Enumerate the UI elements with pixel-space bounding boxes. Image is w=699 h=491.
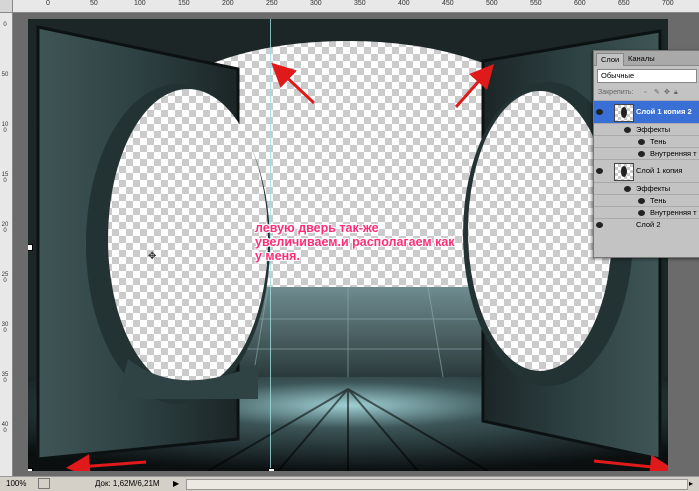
- doc-icon[interactable]: [38, 478, 50, 489]
- brush-icon[interactable]: ✎: [654, 86, 660, 100]
- ruler-tick-label: 0: [46, 0, 50, 7]
- ruler-tick-label: 100: [1, 122, 9, 134]
- ruler-tick-label: 200: [222, 0, 234, 7]
- eye-icon[interactable]: [596, 222, 603, 228]
- layer-row[interactable]: Слой 1 копия 2: [594, 100, 699, 123]
- ruler-tick-label: 200: [1, 222, 9, 234]
- transform-handle[interactable]: [28, 244, 33, 251]
- ruler-tick-label: 450: [442, 0, 454, 7]
- eye-icon[interactable]: [624, 126, 631, 133]
- ruler-tick-label: 150: [178, 0, 190, 7]
- tab-channels[interactable]: Каналы: [624, 53, 659, 65]
- layer-name: Слой 1 копия: [636, 166, 683, 175]
- annotation-line: увеличиваем.и располагаем как: [255, 235, 455, 249]
- ruler-left[interactable]: 0 50 100 150 200 250 300 350 400: [0, 12, 13, 476]
- ruler-tick-label: 50: [1, 72, 9, 78]
- annotation-line: левую дверь так-же: [255, 221, 379, 235]
- transform-handle[interactable]: [28, 468, 33, 471]
- eye-icon[interactable]: [624, 185, 631, 192]
- ruler-tick-label: 0: [3, 22, 7, 28]
- lock-all-icon[interactable]: 🔒︎: [674, 86, 678, 100]
- ruler-tick-label: 100: [134, 0, 146, 7]
- eye-icon[interactable]: [596, 109, 603, 115]
- lock-icon[interactable]: ▫: [644, 86, 646, 100]
- status-bar: 100% Док: 1,62М/6,21М ▶ ▸: [0, 476, 699, 491]
- eye-icon[interactable]: [596, 168, 603, 174]
- effect-label: Тень: [650, 137, 667, 146]
- tab-layers[interactable]: Слои: [596, 53, 625, 66]
- layer-thumbnail: [614, 163, 634, 181]
- layer-name: Слой 1 копия 2: [636, 107, 692, 116]
- ruler-tick-label: 300: [1, 322, 9, 334]
- doc-info[interactable]: Док: 1,62М/6,21М: [95, 479, 160, 488]
- effect-row[interactable]: Тень: [594, 135, 699, 147]
- lock-row: Закрепить: ▫ ✎ ✥ 🔒︎: [594, 86, 699, 100]
- effects-label: Эффекты: [636, 125, 671, 134]
- ruler-tick-label: 500: [486, 0, 498, 7]
- ruler-tick-label: 400: [1, 422, 9, 434]
- ruler-tick-label: 350: [1, 372, 9, 384]
- layer-row[interactable]: Слой 2: [594, 218, 699, 231]
- eye-icon[interactable]: [638, 197, 645, 204]
- layer-thumbnail: [614, 104, 634, 122]
- ruler-tick-label: 300: [310, 0, 322, 7]
- transform-handle[interactable]: [268, 468, 275, 471]
- ruler-tick-label: 600: [574, 0, 586, 7]
- effect-row[interactable]: Внутренняя т: [594, 147, 699, 159]
- scroll-right-icon[interactable]: ▸: [689, 479, 693, 488]
- move-icon[interactable]: ✥: [664, 86, 670, 100]
- effects-label: Эффекты: [636, 184, 671, 193]
- ruler-tick-label: 250: [1, 272, 9, 284]
- ruler-tick-label: 50: [90, 0, 98, 7]
- layers-panel-tabs: Слои Каналы: [594, 51, 699, 66]
- layer-row[interactable]: Слой 1 копия: [594, 159, 699, 182]
- eye-icon[interactable]: [638, 138, 645, 145]
- play-icon[interactable]: ▶: [173, 479, 179, 488]
- effect-row[interactable]: Внутренняя т: [594, 206, 699, 218]
- zoom-level[interactable]: 100%: [6, 479, 26, 488]
- effect-label: Тень: [650, 196, 667, 205]
- lock-label: Закрепить:: [598, 89, 634, 96]
- ruler-tick-label: 350: [354, 0, 366, 7]
- effects-row[interactable]: Эффекты: [594, 182, 699, 194]
- ruler-top[interactable]: 5005010015020025030035040045050055060065…: [0, 0, 699, 13]
- effects-row[interactable]: Эффекты: [594, 123, 699, 135]
- horizontal-scrollbar[interactable]: [186, 479, 688, 490]
- arrow-bottom-left: [66, 454, 147, 471]
- ruler-tick-label: 650: [618, 0, 630, 7]
- tutorial-annotation: левую дверь так-же увеличиваем.и распола…: [255, 221, 485, 263]
- annotation-line: у меня.: [255, 249, 300, 263]
- effect-row[interactable]: Тень: [594, 194, 699, 206]
- ruler-tick-label: 250: [266, 0, 278, 7]
- effect-label: Внутренняя т: [650, 149, 697, 158]
- ruler-corner: [0, 0, 13, 13]
- layers-panel: Слои Каналы Обычные Закрепить: ▫ ✎ ✥ 🔒︎ …: [593, 50, 699, 258]
- layer-name: Слой 2: [636, 220, 661, 229]
- eye-icon[interactable]: [638, 150, 645, 157]
- ruler-tick-label: 150: [1, 172, 9, 184]
- arrow-bottom-right: [593, 454, 668, 471]
- ruler-tick-label: 550: [530, 0, 542, 7]
- effect-label: Внутренняя т: [650, 208, 697, 217]
- blend-mode-select[interactable]: Обычные: [597, 69, 697, 83]
- ruler-tick-label: 400: [398, 0, 410, 7]
- arrow-top-left: [271, 62, 316, 105]
- arrow-top-right: [454, 64, 494, 108]
- eye-icon[interactable]: [638, 209, 645, 216]
- ruler-tick-label: 700: [662, 0, 674, 7]
